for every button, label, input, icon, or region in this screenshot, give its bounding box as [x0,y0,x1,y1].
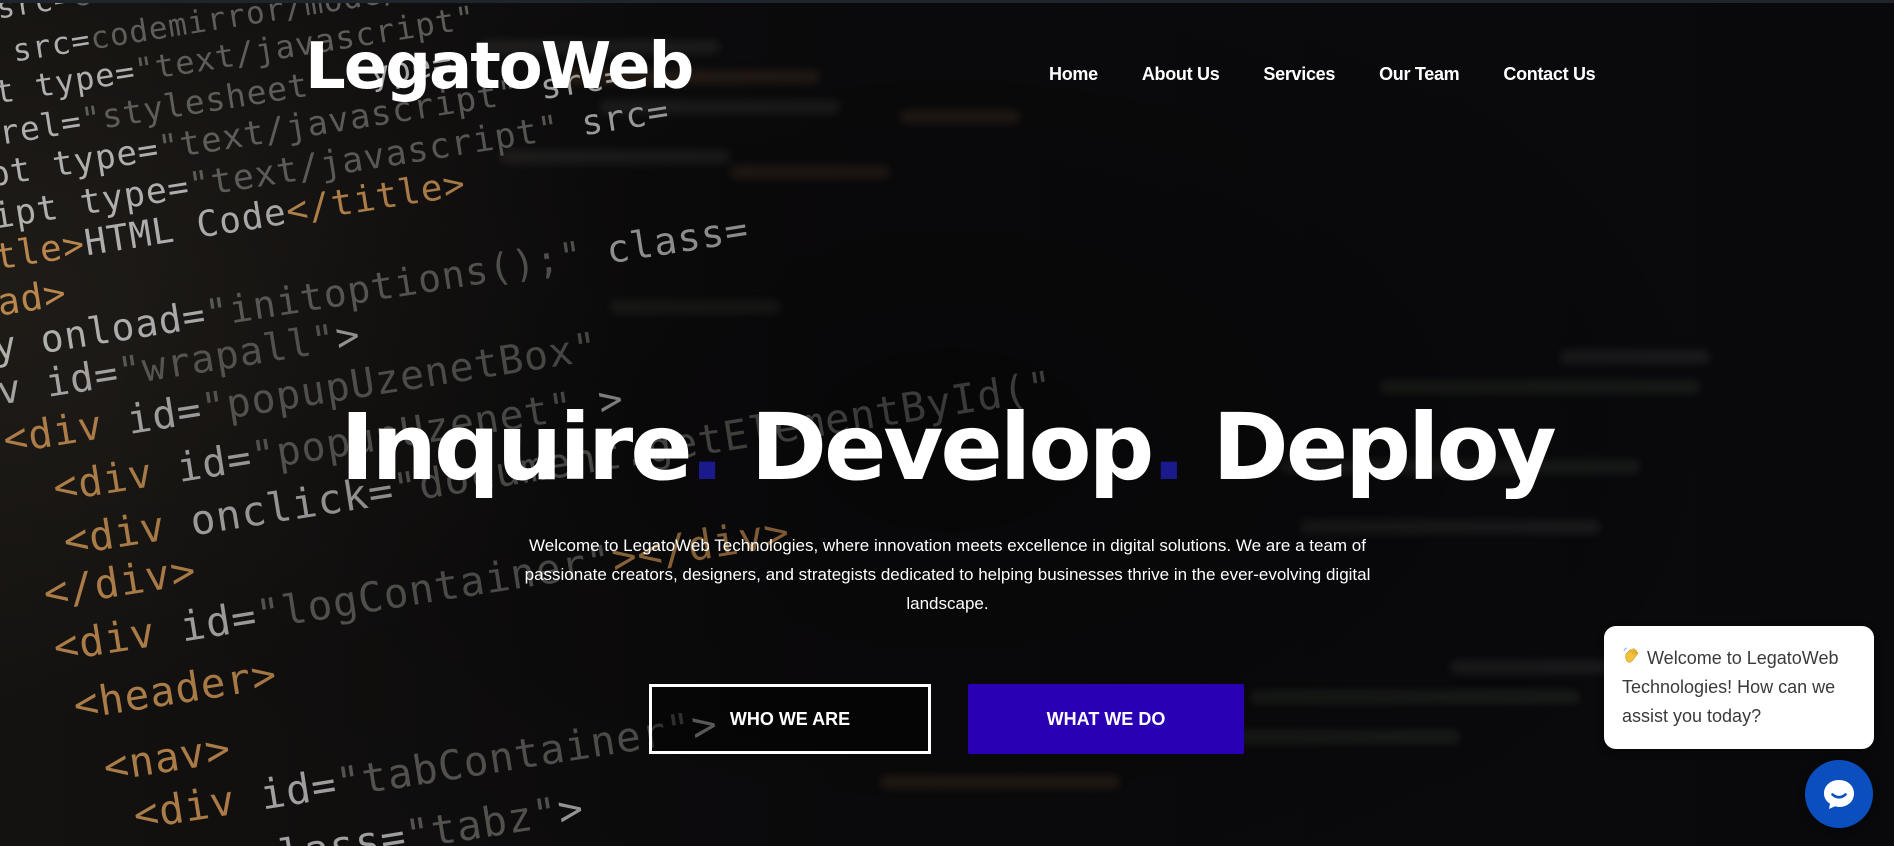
nav-services[interactable]: Services [1263,64,1335,85]
chat-greeting-bubble[interactable]: Welcome to LegatoWeb Technologies! How c… [1604,626,1874,749]
top-border [0,0,1894,3]
hero-title: Inquire. Develop. Deploy [0,398,1894,498]
site-logo[interactable]: LegatoWeb [305,30,694,104]
title-separator: . [689,394,725,501]
chat-greeting-text: Welcome to LegatoWeb Technologies! How c… [1622,648,1839,726]
hero-word-inquire: Inquire [340,394,692,501]
hero-word-develop: Develop [750,394,1155,501]
nav-our-team[interactable]: Our Team [1379,64,1460,85]
nav-about-us[interactable]: About Us [1142,64,1220,85]
hero-word-deploy: Deploy [1212,394,1556,501]
waving-hand-icon [1622,646,1642,666]
main-nav: Home About Us Services Our Team Contact … [1049,64,1596,85]
chat-launcher-button[interactable] [1805,760,1873,828]
title-separator: . [1151,394,1186,501]
hero-description: Welcome to LegatoWeb Technologies, where… [524,536,1371,613]
nav-contact-us[interactable]: Contact Us [1503,64,1595,85]
who-we-are-button[interactable]: WHO WE ARE [649,684,931,754]
chat-bubble-icon [1819,774,1859,814]
nav-home[interactable]: Home [1049,64,1098,85]
what-we-do-button[interactable]: WHAT WE DO [968,684,1244,754]
